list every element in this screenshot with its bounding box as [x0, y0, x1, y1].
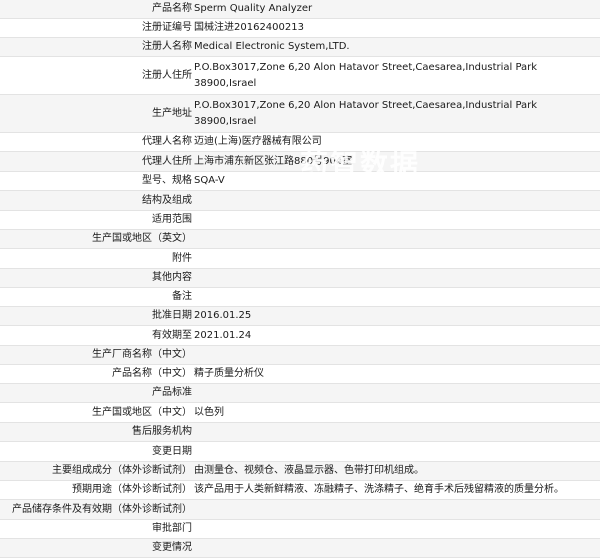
field-value: P.O.Box3017,Zone 6,20 Alon Hatavor Stree… — [193, 94, 600, 133]
field-label: 代理人住所 — [0, 151, 193, 172]
field-value: 2016.01.25 — [193, 306, 600, 326]
field-label: 变更日期 — [0, 441, 193, 462]
registration-detail-table: 产品名称 Sperm Quality Analyzer 注册证编号 国械注进20162… — [0, 0, 600, 558]
field-label: 型号、规格 — [0, 171, 193, 191]
field-label: 结构及组成 — [0, 190, 193, 211]
field-value — [193, 190, 600, 211]
table-row: 变更日期 — [0, 441, 600, 462]
table-row: 生产厂商名称（中文） — [0, 345, 600, 365]
table-row: 批准日期 2016.01.25 — [0, 306, 600, 326]
field-value — [193, 499, 600, 520]
field-label: 产品标准 — [0, 383, 193, 403]
registration-detail-body: 产品名称 Sperm Quality Analyzer 注册证编号 国械注进20162… — [0, 0, 600, 558]
table-row: 生产国或地区（英文） — [0, 229, 600, 249]
field-label: 变更情况 — [0, 538, 193, 558]
field-value — [193, 441, 600, 462]
field-label: 售后服务机构 — [0, 422, 193, 442]
field-label: 有效期至 — [0, 325, 193, 346]
field-value — [193, 345, 600, 365]
table-row: 预期用途（体外诊断试剂） 该产品用于人类新鲜精液、冻融精子、洗涤精子、绝育手术后残… — [0, 480, 600, 500]
table-row: 变更情况 — [0, 538, 600, 558]
table-row: 产品名称（中文） 精子质量分析仪 — [0, 364, 600, 384]
field-label: 主要组成成分（体外诊断试剂） — [0, 461, 193, 481]
table-row: 代理人名称 迈迪(上海)医疗器械有限公司 — [0, 132, 600, 152]
table-row: 其他内容 — [0, 268, 600, 288]
field-label: 适用范围 — [0, 210, 193, 230]
field-label: 生产厂商名称（中文） — [0, 345, 193, 365]
field-label: 注册人住所 — [0, 56, 193, 95]
table-row: 注册证编号 国械注进20162400213 — [0, 18, 600, 38]
field-value: 以色列 — [193, 402, 600, 423]
field-value: 迈迪(上海)医疗器械有限公司 — [193, 132, 600, 152]
table-row: 备注 — [0, 287, 600, 307]
table-row: 结构及组成 — [0, 190, 600, 211]
field-value — [193, 268, 600, 288]
table-row: 代理人住所 上海市浦东新区张江路880号904室 — [0, 151, 600, 172]
field-value: 精子质量分析仪 — [193, 364, 600, 384]
table-row: 型号、规格 SQA-V — [0, 171, 600, 191]
field-label: 其他内容 — [0, 268, 193, 288]
field-value — [193, 383, 600, 403]
field-value: Sperm Quality Analyzer — [193, 0, 600, 19]
field-value — [193, 229, 600, 249]
field-value: P.O.Box3017,Zone 6,20 Alon Hatavor Stree… — [193, 56, 600, 95]
field-value — [193, 538, 600, 558]
field-label: 批准日期 — [0, 306, 193, 326]
table-row: 附件 — [0, 248, 600, 269]
table-row: 售后服务机构 — [0, 422, 600, 442]
table-row: 产品标准 — [0, 383, 600, 403]
field-value: Medical Electronic System,LTD. — [193, 37, 600, 57]
table-row: 适用范围 — [0, 210, 600, 230]
table-row: 主要组成成分（体外诊断试剂） 由测量仓、视频仓、液晶显示器、色带打印机组成。 — [0, 461, 600, 481]
table-row: 注册人住所 P.O.Box3017,Zone 6,20 Alon Hatavor … — [0, 56, 600, 95]
field-value — [193, 287, 600, 307]
table-row: 生产地址 P.O.Box3017,Zone 6,20 Alon Hatavor S… — [0, 94, 600, 133]
field-label: 注册证编号 — [0, 18, 193, 38]
field-value: 由测量仓、视频仓、液晶显示器、色带打印机组成。 — [193, 461, 600, 481]
field-value: 上海市浦东新区张江路880号904室 — [193, 151, 600, 172]
table-row: 产品储存条件及有效期（体外诊断试剂） — [0, 499, 600, 520]
table-row: 产品名称 Sperm Quality Analyzer — [0, 0, 600, 19]
field-label: 注册人名称 — [0, 37, 193, 57]
table-row: 生产国或地区（中文） 以色列 — [0, 402, 600, 423]
field-label: 产品储存条件及有效期（体外诊断试剂） — [0, 499, 193, 520]
field-value: 国械注进20162400213 — [193, 18, 600, 38]
field-label: 产品名称 — [0, 0, 193, 19]
field-value: 该产品用于人类新鲜精液、冻融精子、洗涤精子、绝育手术后残留精液的质量分析。 — [193, 480, 600, 500]
field-value: 2021.01.24 — [193, 325, 600, 346]
field-label: 附件 — [0, 248, 193, 269]
field-label: 代理人名称 — [0, 132, 193, 152]
field-value — [193, 210, 600, 230]
table-row: 有效期至 2021.01.24 — [0, 325, 600, 346]
field-value: SQA-V — [193, 171, 600, 191]
field-label: 生产国或地区（英文） — [0, 229, 193, 249]
field-value — [193, 422, 600, 442]
field-label: 生产地址 — [0, 94, 193, 133]
field-label: 生产国或地区（中文） — [0, 402, 193, 423]
field-value — [193, 248, 600, 269]
field-label: 产品名称（中文） — [0, 364, 193, 384]
field-label: 预期用途（体外诊断试剂） — [0, 480, 193, 500]
table-row: 注册人名称 Medical Electronic System,LTD. — [0, 37, 600, 57]
field-label: 备注 — [0, 287, 193, 307]
